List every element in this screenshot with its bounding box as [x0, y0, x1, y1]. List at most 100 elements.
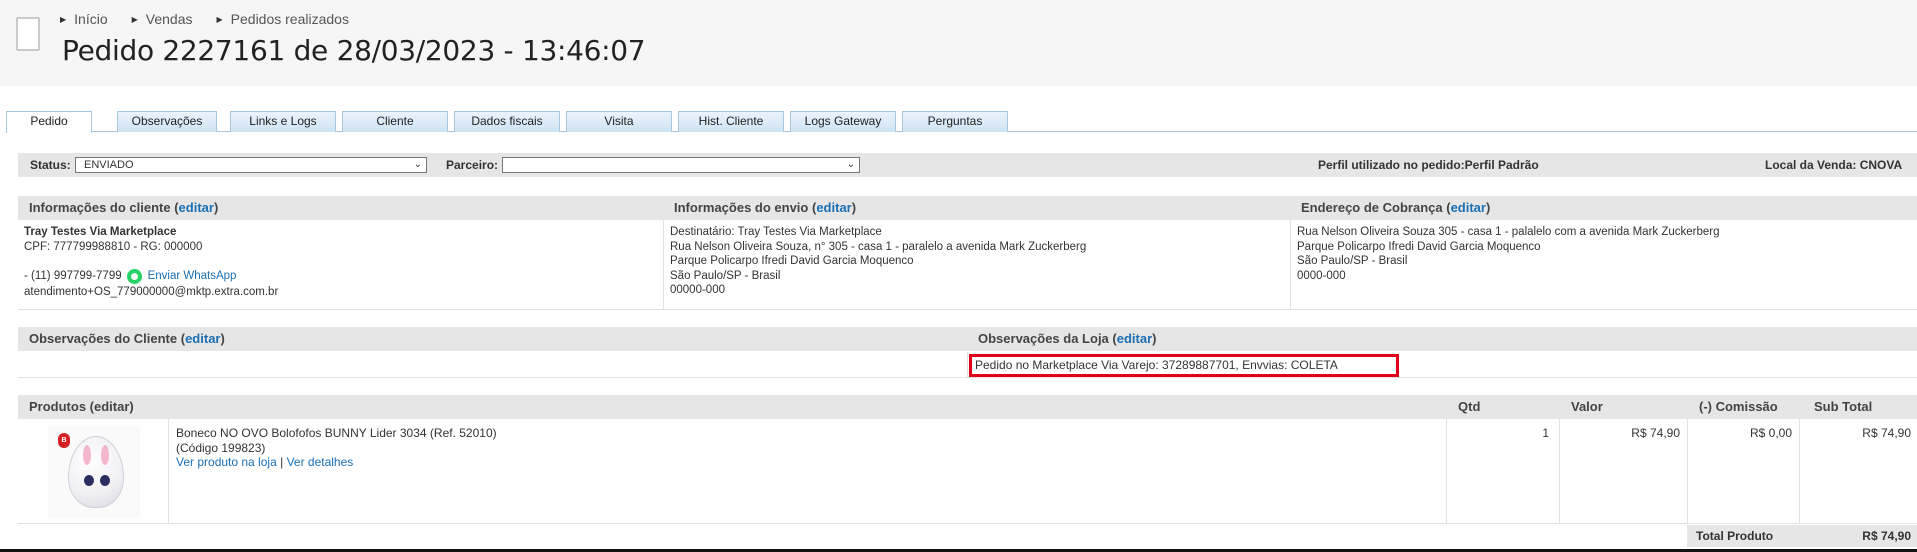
bunny-eye: [84, 475, 94, 486]
breadcrumb-label: Vendas: [145, 11, 193, 27]
tab-hist-cliente[interactable]: Hist. Cliente: [678, 111, 784, 132]
tab-bar: Pedido Observações Links e Logs Cliente …: [6, 111, 1917, 133]
shipping-info-title: Informações do envio: [674, 200, 809, 215]
column-divider: [168, 419, 169, 524]
product-image[interactable]: B: [48, 426, 140, 518]
total-row: Total Produto R$ 74,90: [18, 525, 1917, 547]
breadcrumb-item-inicio[interactable]: ▶ Início: [60, 11, 108, 27]
chevron-down-icon: ⌄: [413, 159, 422, 170]
product-qty: 1: [1542, 426, 1549, 440]
client-observations-header: Observações do Cliente (editar): [18, 327, 972, 351]
billing-address-header: Endereço de Cobrança (editar): [1295, 196, 1917, 220]
bunny-ear: [83, 445, 91, 465]
customer-info: Tray Testes Via Marketplace CPF: 7777999…: [18, 220, 664, 310]
shipping-line: São Paulo/SP - Brasil: [670, 269, 781, 282]
customer-info-title: Informações do cliente: [29, 200, 171, 215]
tab-perguntas[interactable]: Perguntas: [902, 111, 1008, 132]
shipping-line: Destinatário: Tray Testes Via Marketplac…: [670, 226, 882, 238]
billing-line: Rua Nelson Oliveira Souza 305 - casa 1 -…: [1297, 226, 1720, 238]
breadcrumb: ▶ Início ▶ Vendas ▶ Pedidos realizados: [60, 11, 373, 27]
subtotal-column-header: Sub Total: [1814, 399, 1873, 414]
whatsapp-icon[interactable]: [126, 269, 142, 284]
edit-client-observations-link[interactable]: editar: [185, 331, 220, 346]
sale-location-text: Local da Venda: CNOVA: [1765, 158, 1903, 172]
link-separator: |: [280, 455, 284, 469]
shipping-line: Rua Nelson Oliveira Souza, n° 305 - casa…: [670, 240, 1087, 253]
edit-store-observations-link[interactable]: editar: [1117, 331, 1152, 346]
breadcrumb-label: Pedidos realizados: [230, 11, 349, 27]
page-header: ▶ Início ▶ Vendas ▶ Pedidos realizados P…: [0, 0, 1917, 86]
tab-pedido[interactable]: Pedido: [6, 111, 92, 133]
shipping-info-header: Informações do envio (editar): [668, 196, 1295, 220]
tab-visita[interactable]: Visita: [566, 111, 672, 132]
brand-logo: B: [58, 433, 70, 448]
shipping-info: Destinatário: Tray Testes Via Marketplac…: [664, 220, 1291, 310]
view-details-link[interactable]: Ver detalhes: [287, 455, 354, 469]
observations-row: [18, 352, 1917, 378]
customer-name: Tray Testes Via Marketplace: [24, 226, 177, 238]
tab-dados-fiscais[interactable]: Dados fiscais: [454, 111, 560, 132]
document-icon: [16, 17, 40, 51]
bunny-ear: [101, 445, 109, 465]
products-header: Produtos (editar) Qtd Valor (-) Comissão…: [18, 395, 1917, 419]
store-observations-text: Pedido no Marketplace Via Varejo: 372898…: [969, 354, 1399, 377]
store-observations-title: Observações da Loja: [978, 331, 1109, 346]
tab-cliente[interactable]: Cliente: [342, 111, 448, 132]
client-observations-title: Observações do Cliente: [29, 331, 178, 346]
customer-email: atendimento+OS_779000000@mktp.extra.com.…: [24, 286, 279, 298]
breadcrumb-label: Início: [74, 11, 108, 27]
shipping-line: 00000-000: [670, 284, 725, 296]
customer-phone: - (11) 997799-7799: [24, 270, 122, 283]
edit-billing-link[interactable]: editar: [1451, 200, 1486, 215]
bunny-eye: [100, 475, 110, 486]
whatsapp-link[interactable]: Enviar WhatsApp: [148, 269, 237, 284]
triangle-right-icon: ▶: [60, 14, 67, 24]
edit-products-link[interactable]: editar: [94, 399, 129, 414]
view-product-link[interactable]: Ver produto na loja: [176, 455, 277, 469]
tab-links-e-logs[interactable]: Links e Logs: [230, 111, 336, 132]
billing-line: Parque Policarpo Ifredi David Garcia Moq…: [1297, 240, 1541, 253]
breadcrumb-item-vendas[interactable]: ▶ Vendas: [132, 11, 193, 27]
products-title: Produtos: [29, 399, 87, 414]
partner-select[interactable]: ⌄: [502, 157, 860, 173]
client-observations-text: [18, 352, 968, 378]
billing-address-title: Endereço de Cobrança: [1301, 200, 1443, 215]
product-name: Boneco NO OVO Bolofofos BUNNY Lider 3034…: [176, 426, 497, 440]
customer-doc: CPF: 777799988810 - RG: 000000: [24, 240, 203, 253]
breadcrumb-item-pedidos-realizados[interactable]: ▶ Pedidos realizados: [217, 11, 349, 27]
partner-label: Parceiro:: [446, 158, 499, 172]
product-commission: R$ 0,00: [1749, 426, 1792, 440]
page-title: Pedido 2227161 de 28/03/2023 - 13:46:07: [62, 34, 646, 67]
customer-phone-line: - (11) 997799-7799 Enviar WhatsApp: [24, 269, 657, 284]
status-bar: Status: ENVIADO ⌄ Parceiro: ⌄ Perfil uti…: [18, 153, 1917, 177]
status-label: Status:: [30, 158, 71, 172]
total-value: R$ 74,90: [1862, 529, 1911, 543]
profile-text: Perfil utilizado no pedido:Perfil Padrão: [1318, 158, 1539, 172]
billing-line: São Paulo/SP - Brasil: [1297, 255, 1408, 267]
product-links: Ver produto na loja | Ver detalhes: [176, 455, 497, 470]
qty-column-header: Qtd: [1458, 399, 1481, 414]
triangle-right-icon: ▶: [216, 14, 223, 24]
tab-observacoes[interactable]: Observações: [117, 111, 217, 132]
billing-address: Rua Nelson Oliveira Souza 305 - casa 1 -…: [1291, 220, 1917, 310]
billing-line: 0000-000: [1297, 269, 1346, 282]
edit-customer-link[interactable]: editar: [179, 200, 214, 215]
bunny-egg-toy: [68, 436, 124, 508]
product-subtotal: R$ 74,90: [1862, 426, 1911, 440]
shipping-line: Parque Policarpo Ifredi David Garcia Moq…: [670, 255, 914, 267]
status-select[interactable]: ENVIADO ⌄: [75, 157, 427, 173]
product-code: (Código 199823): [176, 440, 266, 455]
product-row: B Boneco NO OVO Bolofofos BUNNY Lider 30…: [18, 419, 1917, 524]
product-value: R$ 74,90: [1631, 426, 1680, 440]
store-observations-header: Observações da Loja (editar): [972, 327, 1917, 351]
tab-logs-gateway[interactable]: Logs Gateway: [790, 111, 896, 132]
status-value: ENVIADO: [84, 159, 134, 171]
product-info: Boneco NO OVO Bolofofos BUNNY Lider 3034…: [176, 426, 497, 470]
products-title-wrap: Produtos (editar): [29, 399, 134, 414]
customer-info-header: Informações do cliente (editar): [18, 196, 668, 220]
edit-shipping-link[interactable]: editar: [816, 200, 851, 215]
triangle-right-icon: ▶: [131, 14, 138, 24]
total-label: Total Produto: [1696, 529, 1774, 543]
chevron-down-icon: ⌄: [846, 159, 855, 170]
info-row: Tray Testes Via Marketplace CPF: 7777999…: [18, 220, 1917, 310]
